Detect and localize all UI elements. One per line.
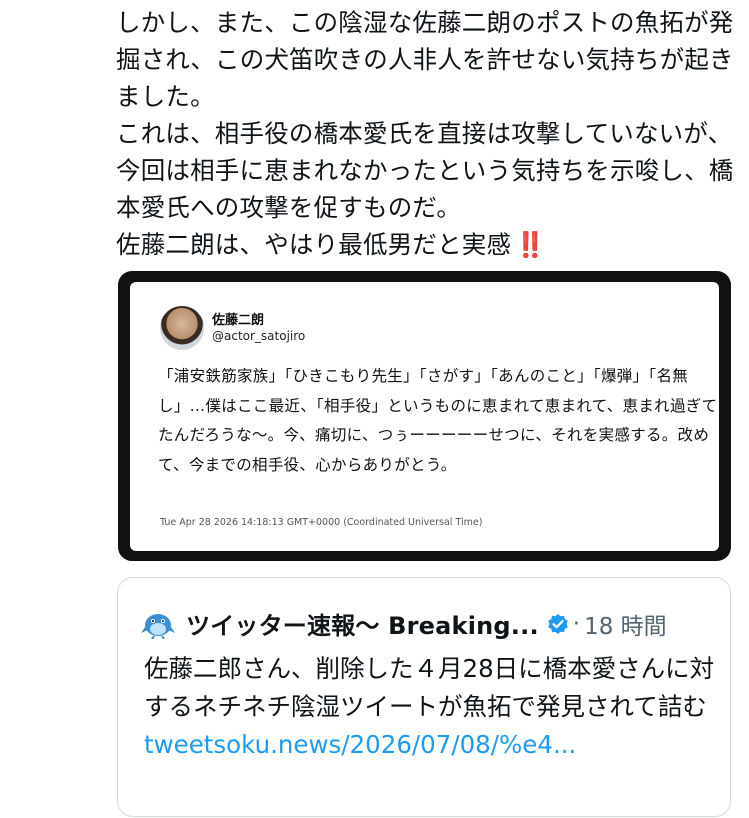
screenshot-author-handle: @actor_satojiro xyxy=(212,329,306,343)
quoted-separator: · xyxy=(572,610,581,637)
quoted-tweet-card[interactable]: ツイッター速報〜 Breaking... · 18 時間 佐藤二郎さん、削除した… xyxy=(117,577,731,817)
screenshot-timestamp: Tue Apr 28 2026 14:18:13 GMT+0000 (Coord… xyxy=(160,517,483,528)
quoted-tweet-header: ツイッター速報〜 Breaking... · 18 時間 xyxy=(140,606,667,641)
screenshot-body: 「浦安鉄筋家族」「ひきこもり先生」「さがす」「あんのこと」「爆弾」「名無し」…僕… xyxy=(158,367,718,474)
quoted-link[interactable]: tweetsoku.news/2026/07/08/%e4... xyxy=(144,730,576,759)
tweet-paragraph-1: しかし、また、この陰湿な佐藤二朗のポストの魚拓が発掘され、この犬笛吹きの人非人を… xyxy=(116,8,734,111)
verified-badge-icon xyxy=(547,613,568,634)
tweet-text: しかし、また、この陰湿な佐藤二朗のポストの魚拓が発掘され、この犬笛吹きの人非人を… xyxy=(116,4,736,263)
bird-mascot-icon xyxy=(141,613,175,639)
tweet-paragraph-3-text: 佐藤二朗は、やはり最低男だと実感 xyxy=(116,230,512,259)
quoted-tweet-body: 佐藤二郎さん、削除した４月28日に橋本愛さんに対するネチネチ陰湿ツイートが魚拓で… xyxy=(144,650,719,764)
embedded-screenshot[interactable]: 佐藤二朗 @actor_satojiro 「浦安鉄筋家族」「ひきこもり先生」「さ… xyxy=(118,271,731,561)
screenshot-author-name: 佐藤二朗 xyxy=(212,313,265,328)
tweet-paragraph-3: 佐藤二朗は、やはり最低男だと実感 ‼️ xyxy=(116,226,736,263)
author-avatar xyxy=(160,306,204,350)
quoted-body-text: 佐藤二郎さん、削除した４月28日に橋本愛さんに対するネチネチ陰湿ツイートが魚拓で… xyxy=(144,654,715,721)
double-exclamation-emoji: ‼️ xyxy=(515,230,546,259)
screenshot-tweet: 佐藤二朗 @actor_satojiro 「浦安鉄筋家族」「ひきこもり先生」「さ… xyxy=(130,282,719,551)
tweet-paragraph-2: これは、相手役の橋本愛氏を直接は攻撃していないが、今回は相手に恵まれなかったとい… xyxy=(116,119,734,222)
quoted-account-name[interactable]: ツイッター速報〜 Breaking... xyxy=(186,606,539,641)
quoted-time-ago[interactable]: 18 時間 xyxy=(584,607,667,641)
